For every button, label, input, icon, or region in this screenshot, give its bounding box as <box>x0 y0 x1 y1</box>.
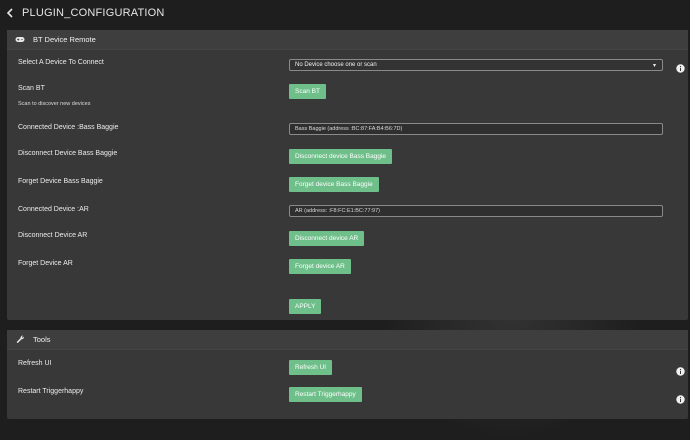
wrench-icon <box>13 335 27 344</box>
refresh-ui-label: Refresh UI <box>18 360 52 367</box>
scan-bt-button[interactable]: Scan BT <box>289 84 326 99</box>
connected-device-bass-baggie-field[interactable]: Bass Baggie (address :BC:87:FA:B4:B6:7D) <box>289 123 663 135</box>
panel-header: BT Device Remote <box>7 30 688 50</box>
forget-ar-button[interactable]: Forget device AR <box>289 259 351 274</box>
connected-device-bass-baggie-label: Connected Device :Bass Baggie <box>18 124 119 131</box>
gamepad-icon <box>13 36 27 43</box>
forget-bass-baggie-button[interactable]: Forget device Bass Baggie <box>289 177 379 192</box>
disconnect-bass-baggie-button[interactable]: Disconnect device Bass Baggie <box>289 149 393 164</box>
panel-title: Tools <box>33 335 51 344</box>
restart-triggerhappy-button[interactable]: Restart Triggerhappy <box>289 387 362 402</box>
scan-sublabel: Scan to discover new devices <box>18 101 91 107</box>
apply-button[interactable]: APPLY <box>289 299 322 314</box>
device-select[interactable]: No Device choose one or scan ▾ <box>289 59 663 71</box>
connected-device-ar-field[interactable]: AR (address: :F8:FC:E1:BC:77:97) <box>289 205 663 217</box>
tools-panel: Tools Refresh UI Refresh UI Restart Trig… <box>7 330 688 419</box>
restart-triggerhappy-label: Restart Triggerhappy <box>18 388 84 395</box>
select-device-label: Select A Device To Connect <box>18 59 104 66</box>
device-select-value: No Device choose one or scan <box>295 62 377 68</box>
top-bar: PLUGIN_CONFIGURATION <box>0 0 690 26</box>
chevron-left-icon[interactable] <box>6 8 16 18</box>
forget-ar-label: Forget Device AR <box>18 260 73 267</box>
disconnect-ar-button[interactable]: Disconnect device AR <box>289 231 365 246</box>
scan-label: Scan BT <box>18 85 45 92</box>
connected-device-ar-label: Connected Device :AR <box>18 206 89 213</box>
panel-header: Tools <box>7 330 688 350</box>
forget-bass-baggie-label: Forget Device Bass Baggie <box>18 178 103 185</box>
refresh-ui-button[interactable]: Refresh UI <box>289 360 333 375</box>
disconnect-ar-label: Disconnect Device AR <box>18 232 88 239</box>
info-icon[interactable] <box>676 363 685 376</box>
disconnect-bass-baggie-label: Disconnect Device Bass Baggie <box>18 150 118 157</box>
bt-device-remote-panel: BT Device Remote Select A Device To Conn… <box>7 30 688 320</box>
info-icon[interactable] <box>676 391 685 404</box>
info-icon[interactable] <box>676 60 685 73</box>
page-title: PLUGIN_CONFIGURATION <box>22 7 165 19</box>
panel-title: BT Device Remote <box>33 35 96 44</box>
chevron-down-icon: ▾ <box>652 63 656 69</box>
